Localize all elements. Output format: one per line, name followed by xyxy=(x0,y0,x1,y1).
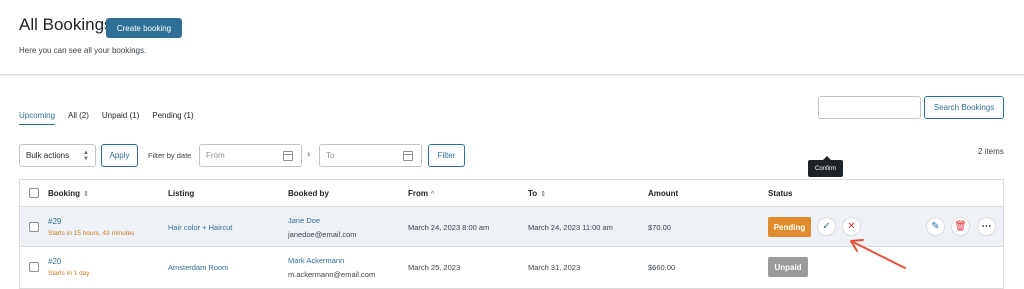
filter-by-date-label: Filter by date xyxy=(148,151,192,160)
sort-icon: ⇕ xyxy=(83,191,89,198)
column-header-listing: Listing xyxy=(168,189,195,198)
column-header-amount: Amount xyxy=(648,189,679,198)
booking-id-link[interactable]: #20 xyxy=(48,257,61,266)
bulk-actions-select[interactable]: Bulk actions ▲ ▼ xyxy=(19,144,96,167)
page-header: All Bookings Create booking Here you can… xyxy=(0,0,1024,75)
confirm-check-icon[interactable]: ✓ xyxy=(817,217,836,236)
booked-by-name[interactable]: Mark Ackermann xyxy=(288,256,344,265)
to-placeholder: To xyxy=(326,151,335,160)
edit-pencil-icon[interactable]: ✎ xyxy=(926,217,945,236)
column-header-booked-by: Booked by xyxy=(288,189,329,198)
calendar-icon[interactable] xyxy=(283,151,293,161)
sort-icon: ⇕ xyxy=(540,191,547,198)
listing-link[interactable]: Amsterdam Room xyxy=(168,263,228,272)
column-header-to[interactable]: To ⇕ xyxy=(528,189,546,198)
to-date-input[interactable]: To xyxy=(319,144,422,167)
booking-starts-text: Starts in 1 day xyxy=(48,270,90,277)
amount: $70.00 xyxy=(648,223,671,232)
from-date: March 24, 2023 8:00 am xyxy=(408,223,490,232)
row-checkbox[interactable] xyxy=(29,262,39,272)
select-all-checkbox[interactable] xyxy=(29,188,39,198)
column-header-status: Status xyxy=(768,189,793,198)
chevron-right-icon: › xyxy=(307,149,311,160)
booked-by-name[interactable]: Jane Doe xyxy=(288,216,320,225)
status-badge-pending: Pending xyxy=(768,217,811,237)
column-header-from[interactable]: From ^ xyxy=(408,189,434,198)
booking-tabs: Upcoming All (2) Unpaid (1) Pending (1) xyxy=(19,111,207,125)
to-date: March 31, 2023 xyxy=(528,263,581,272)
tab-upcoming[interactable]: Upcoming xyxy=(19,111,56,125)
column-header-booking[interactable]: Booking ⇕ xyxy=(48,189,89,198)
booking-id-link[interactable]: #29 xyxy=(48,217,61,226)
booked-by-email: m.ackermann@email.com xyxy=(288,270,376,279)
search-bookings-button[interactable]: Search Bookings xyxy=(924,96,1004,119)
filter-button[interactable]: Filter xyxy=(428,144,465,167)
to-date: March 24, 2023 11:00 am xyxy=(528,223,613,232)
delete-trash-icon[interactable]: 🗑 xyxy=(951,217,970,236)
confirm-tooltip: Confirm xyxy=(808,156,843,177)
select-arrows-icon: ▲ ▼ xyxy=(83,150,89,162)
table-header: Booking ⇕ Listing Booked by From ^ To ⇕ Amo… xyxy=(20,180,1003,207)
tab-unpaid[interactable]: Unpaid (1) xyxy=(102,111,139,125)
row-checkbox[interactable] xyxy=(29,222,39,232)
more-options-icon[interactable]: ⋯ xyxy=(977,217,996,236)
from-date-input[interactable]: From xyxy=(199,144,302,167)
booked-by-email: janedoe@email.com xyxy=(288,230,357,239)
from-placeholder: From xyxy=(206,151,225,160)
apply-button[interactable]: Apply xyxy=(101,144,138,167)
from-date: March 25, 2023 xyxy=(408,263,461,272)
calendar-icon[interactable] xyxy=(403,151,413,161)
page-title: All Bookings xyxy=(19,15,113,34)
decline-close-icon[interactable]: ✕ xyxy=(842,217,861,236)
items-count: 2 items xyxy=(978,147,1004,156)
bulk-actions-label: Bulk actions xyxy=(26,151,70,160)
annotation-arrow-icon xyxy=(850,239,906,269)
create-booking-button[interactable]: Create booking xyxy=(106,18,182,38)
listing-link[interactable]: Hair color + Haircut xyxy=(168,223,232,232)
status-badge-unpaid: Unpaid xyxy=(768,257,808,277)
page-subtitle: Here you can see all your bookings. xyxy=(19,46,147,55)
tab-all[interactable]: All (2) xyxy=(68,111,89,125)
sort-asc-icon: ^ xyxy=(431,191,435,198)
amount: $660.00 xyxy=(648,263,676,272)
tab-pending[interactable]: Pending (1) xyxy=(152,111,193,125)
search-input[interactable] xyxy=(818,96,921,119)
booking-starts-text: Starts in 15 hours, 43 minutes xyxy=(48,230,135,237)
